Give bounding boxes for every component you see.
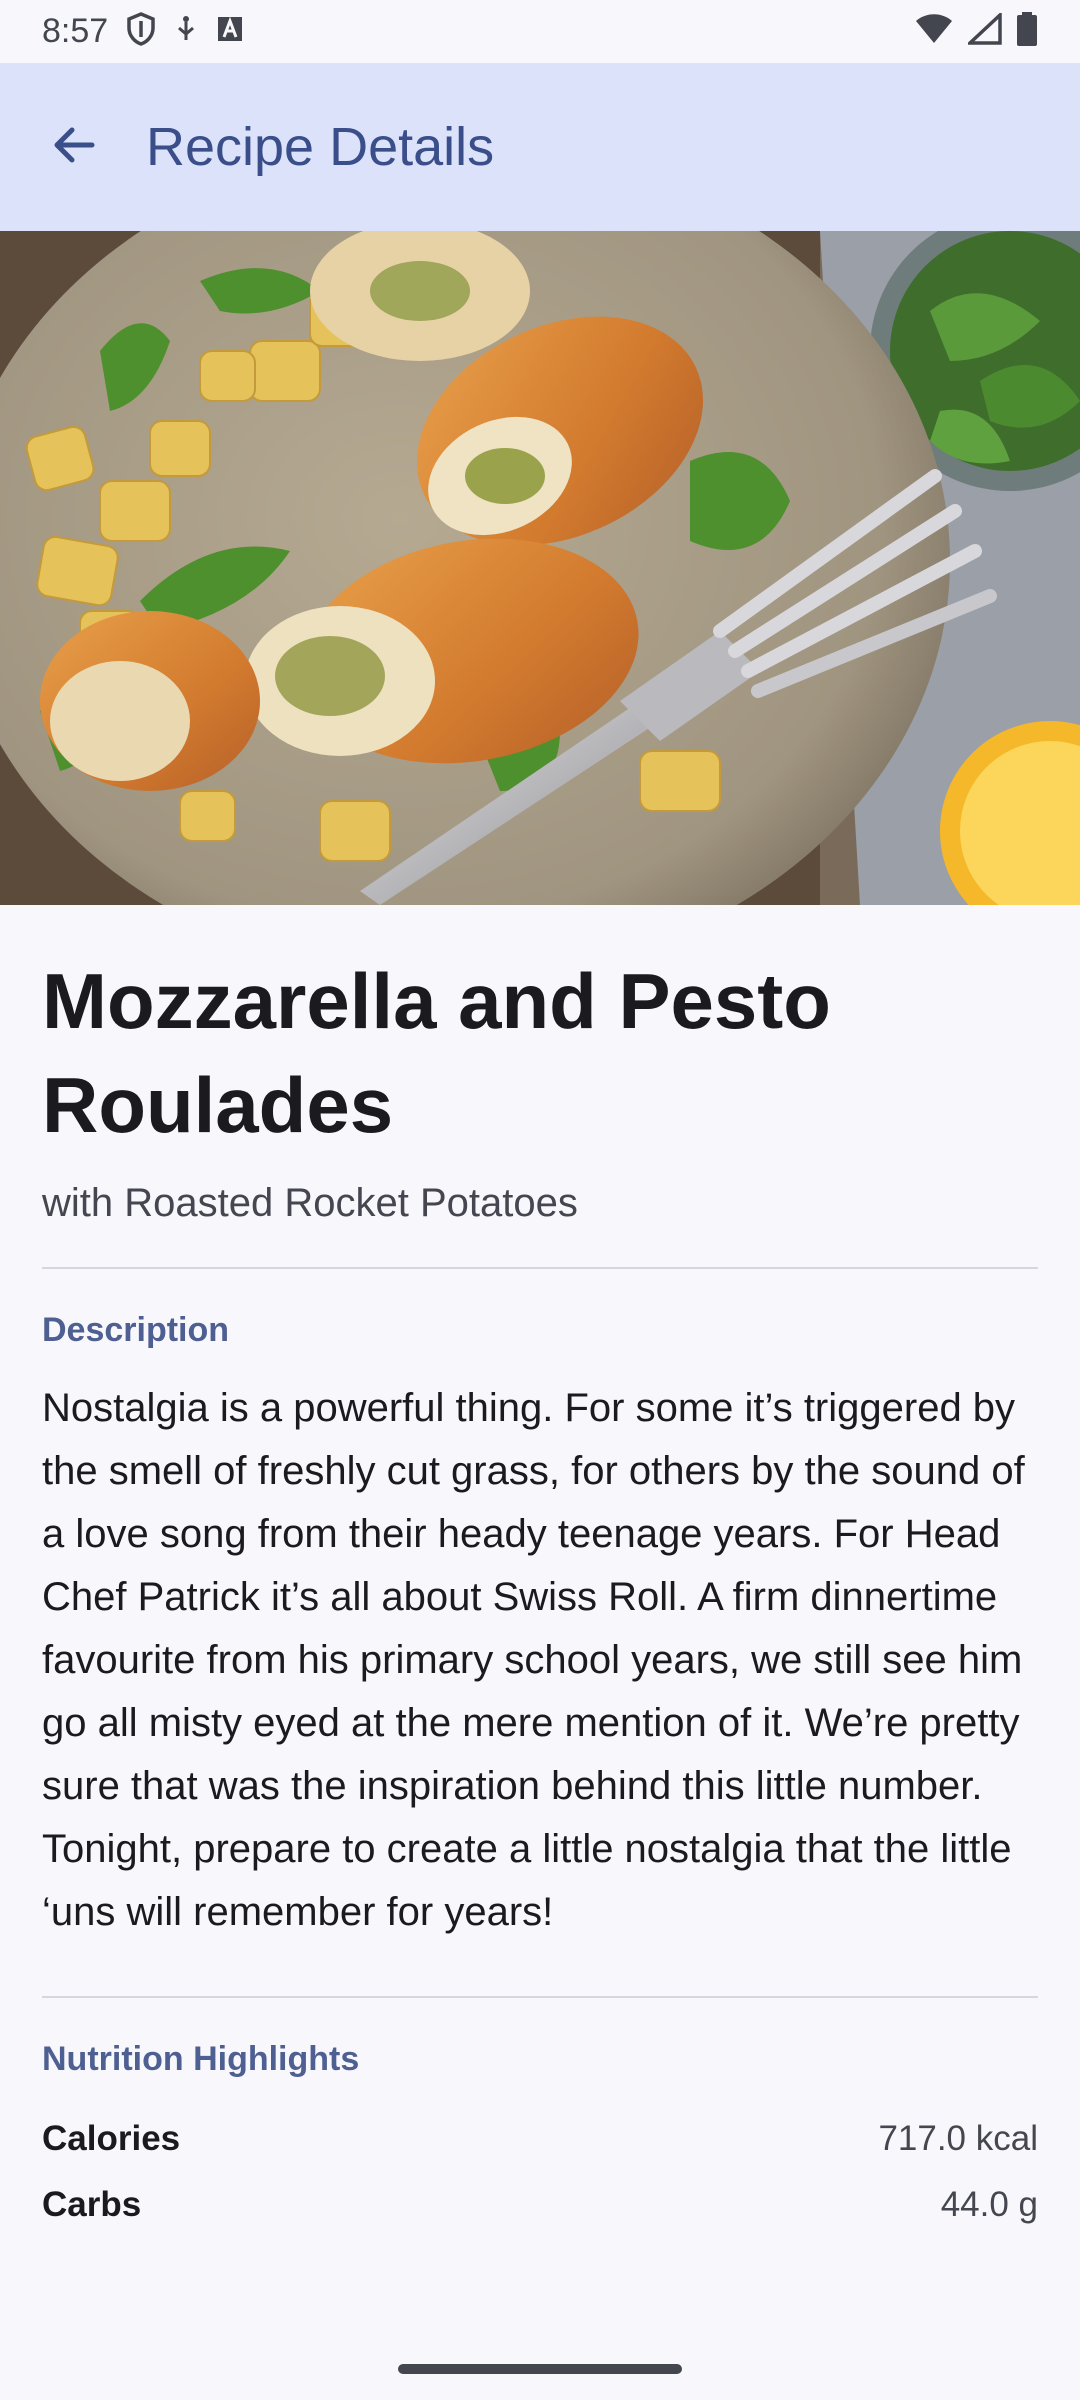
recipe-subtitle: with Roasted Rocket Potatoes <box>42 1181 578 1225</box>
app-bar: Recipe Details <box>0 63 1080 231</box>
signal-icon <box>965 10 1002 50</box>
app-bar-title: Recipe Details <box>146 117 495 177</box>
description-heading: Description <box>42 1311 230 1349</box>
nutrition-value: 44.0 g <box>940 2185 1038 2224</box>
back-button[interactable] <box>24 97 124 197</box>
gesture-handle[interactable] <box>398 2364 682 2374</box>
recipe-image <box>0 231 1080 905</box>
nutrition-row-calories: Calories 717.0 kcal <box>42 2106 1038 2172</box>
shield-icon <box>126 12 156 51</box>
nutrition-heading: Nutrition Highlights <box>42 2040 360 2078</box>
usb-icon <box>174 14 198 49</box>
nutrition-value: 717.0 kcal <box>878 2119 1038 2158</box>
battery-icon <box>1016 12 1038 51</box>
status-left: 8:57 <box>42 12 244 51</box>
status-right <box>914 10 1038 51</box>
divider <box>42 1996 1038 1998</box>
recipe-title: Mozzarella and Pesto Roulades <box>42 957 831 1149</box>
arrow-back-icon <box>50 121 98 174</box>
recipe-content: Mozzarella and Pesto Roulades with Roast… <box>42 905 1038 2238</box>
divider <box>42 1267 1038 1269</box>
font-icon <box>216 15 244 48</box>
screen: 8:57 Recipe Details Mozzarella and Pesto… <box>0 0 1080 2400</box>
description-text: Nostalgia is a powerful thing. For some … <box>42 1386 1025 1934</box>
status-bar: 8:57 <box>0 0 1080 63</box>
status-time: 8:57 <box>42 12 109 50</box>
nutrition-name: Carbs <box>42 2185 142 2224</box>
wifi-icon <box>914 13 954 50</box>
nutrition-row-carbs: Carbs 44.0 g <box>42 2172 1038 2238</box>
nutrition-name: Calories <box>42 2119 181 2158</box>
